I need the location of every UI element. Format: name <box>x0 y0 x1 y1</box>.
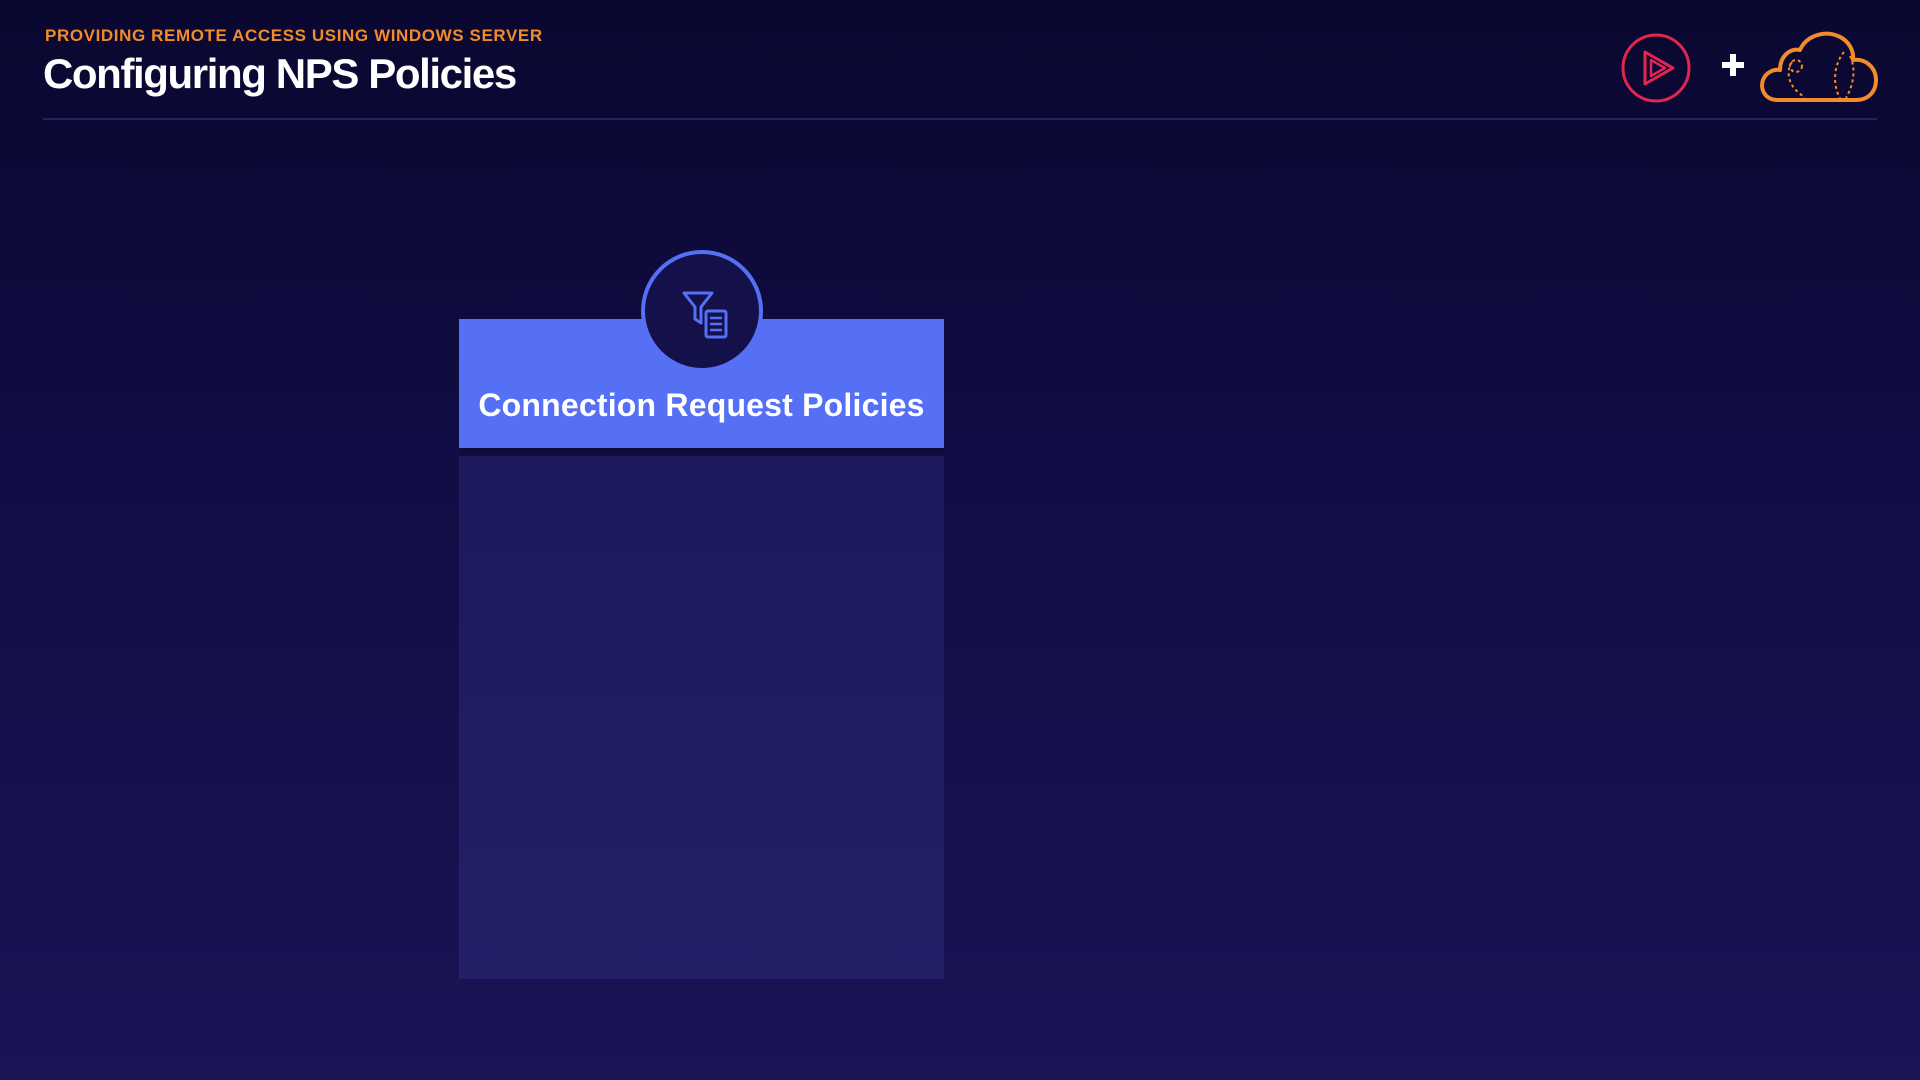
filter-document-icon <box>682 291 728 339</box>
card-title: Connection Request Policies <box>478 387 925 423</box>
course-title: PROVIDING REMOTE ACCESS USING WINDOWS SE… <box>45 26 543 45</box>
card-icon-badge <box>641 250 763 372</box>
connection-request-policies-card: Connection Request Policies <box>459 250 944 979</box>
card-header-shadow <box>459 448 944 456</box>
slide-title: Configuring NPS Policies <box>43 50 517 97</box>
plus-icon <box>1722 54 1744 76</box>
brand-logos <box>1620 28 1880 108</box>
header-divider <box>43 118 1877 120</box>
play-logo-icon <box>1621 33 1691 103</box>
cloud-logo-icon <box>1760 31 1878 102</box>
card-body <box>459 456 944 979</box>
